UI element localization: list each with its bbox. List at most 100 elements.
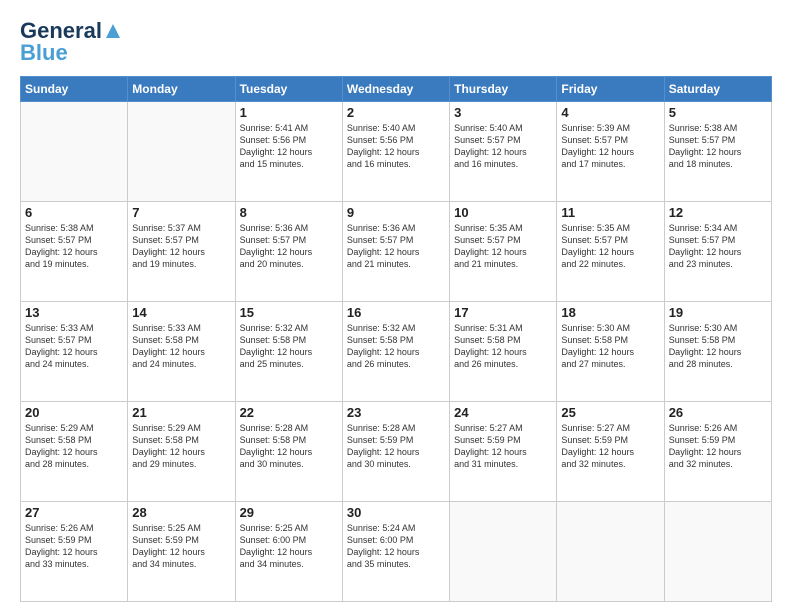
day-number: 30 — [347, 505, 445, 520]
calendar-cell: 20 Sunrise: 5:29 AM Sunset: 5:58 PM Dayli… — [21, 402, 128, 502]
day-number: 14 — [132, 305, 230, 320]
calendar-cell — [450, 502, 557, 602]
logo-icon — [102, 20, 124, 42]
day-number: 13 — [25, 305, 123, 320]
day-info: Sunrise: 5:37 AM Sunset: 5:57 PM Dayligh… — [132, 222, 230, 271]
day-number: 23 — [347, 405, 445, 420]
day-info: Sunrise: 5:25 AM Sunset: 5:59 PM Dayligh… — [132, 522, 230, 571]
calendar-cell: 2 Sunrise: 5:40 AM Sunset: 5:56 PM Daylig… — [342, 102, 449, 202]
day-info: Sunrise: 5:39 AM Sunset: 5:57 PM Dayligh… — [561, 122, 659, 171]
calendar-cell: 14Sunrise: 5:33 AM Sunset: 5:58 PM Dayli… — [128, 302, 235, 402]
day-info: Sunrise: 5:29 AM Sunset: 5:58 PM Dayligh… — [25, 422, 123, 471]
page: General Blue SundayMondayTuesdayWednesda… — [0, 0, 792, 612]
calendar-cell: 23 Sunrise: 5:28 AM Sunset: 5:59 PM Dayli… — [342, 402, 449, 502]
day-number: 19 — [669, 305, 767, 320]
day-info: Sunrise: 5:40 AM Sunset: 5:56 PM Dayligh… — [347, 122, 445, 171]
day-info: Sunrise: 5:33 AM Sunset: 5:57 PM Dayligh… — [25, 322, 123, 371]
calendar-cell: 29Sunrise: 5:25 AM Sunset: 6:00 PM Dayli… — [235, 502, 342, 602]
day-number: 6 — [25, 205, 123, 220]
day-number: 20 — [25, 405, 123, 420]
day-number: 22 — [240, 405, 338, 420]
day-info: Sunrise: 5:36 AM Sunset: 5:57 PM Dayligh… — [347, 222, 445, 271]
day-info: Sunrise: 5:38 AM Sunset: 5:57 PM Dayligh… — [669, 122, 767, 171]
calendar-week-1: 1Sunrise: 5:41 AM Sunset: 5:56 PM Daylig… — [21, 102, 772, 202]
day-number: 7 — [132, 205, 230, 220]
day-number: 8 — [240, 205, 338, 220]
day-info: Sunrise: 5:30 AM Sunset: 5:58 PM Dayligh… — [669, 322, 767, 371]
day-info: Sunrise: 5:27 AM Sunset: 5:59 PM Dayligh… — [454, 422, 552, 471]
col-header-wednesday: Wednesday — [342, 77, 449, 102]
day-number: 16 — [347, 305, 445, 320]
day-info: Sunrise: 5:32 AM Sunset: 5:58 PM Dayligh… — [240, 322, 338, 371]
day-number: 9 — [347, 205, 445, 220]
calendar-cell: 9 Sunrise: 5:36 AM Sunset: 5:57 PM Daylig… — [342, 202, 449, 302]
calendar-cell: 28 Sunrise: 5:25 AM Sunset: 5:59 PM Dayli… — [128, 502, 235, 602]
calendar-cell — [557, 502, 664, 602]
day-number: 17 — [454, 305, 552, 320]
calendar-cell: 26Sunrise: 5:26 AM Sunset: 5:59 PM Dayli… — [664, 402, 771, 502]
calendar-cell: 12Sunrise: 5:34 AM Sunset: 5:57 PM Dayli… — [664, 202, 771, 302]
calendar-cell: 19 Sunrise: 5:30 AM Sunset: 5:58 PM Dayli… — [664, 302, 771, 402]
day-info: Sunrise: 5:31 AM Sunset: 5:58 PM Dayligh… — [454, 322, 552, 371]
calendar-cell: 3 Sunrise: 5:40 AM Sunset: 5:57 PM Daylig… — [450, 102, 557, 202]
calendar-cell: 24 Sunrise: 5:27 AM Sunset: 5:59 PM Dayli… — [450, 402, 557, 502]
calendar-cell: 6 Sunrise: 5:38 AM Sunset: 5:57 PM Daylig… — [21, 202, 128, 302]
calendar-cell: 10 Sunrise: 5:35 AM Sunset: 5:57 PM Dayli… — [450, 202, 557, 302]
day-number: 24 — [454, 405, 552, 420]
day-number: 18 — [561, 305, 659, 320]
day-number: 11 — [561, 205, 659, 220]
day-number: 4 — [561, 105, 659, 120]
calendar-cell: 21 Sunrise: 5:29 AM Sunset: 5:58 PM Dayli… — [128, 402, 235, 502]
day-info: Sunrise: 5:26 AM Sunset: 5:59 PM Dayligh… — [25, 522, 123, 571]
calendar-table: SundayMondayTuesdayWednesdayThursdayFrid… — [20, 76, 772, 602]
calendar-cell — [128, 102, 235, 202]
day-info: Sunrise: 5:35 AM Sunset: 5:57 PM Dayligh… — [561, 222, 659, 271]
day-info: Sunrise: 5:25 AM Sunset: 6:00 PM Dayligh… — [240, 522, 338, 571]
day-info: Sunrise: 5:41 AM Sunset: 5:56 PM Dayligh… — [240, 122, 338, 171]
day-number: 12 — [669, 205, 767, 220]
calendar-cell: 13 Sunrise: 5:33 AM Sunset: 5:57 PM Dayli… — [21, 302, 128, 402]
col-header-sunday: Sunday — [21, 77, 128, 102]
day-number: 21 — [132, 405, 230, 420]
calendar-cell: 27 Sunrise: 5:26 AM Sunset: 5:59 PM Dayli… — [21, 502, 128, 602]
calendar-cell: 18 Sunrise: 5:30 AM Sunset: 5:58 PM Dayli… — [557, 302, 664, 402]
day-info: Sunrise: 5:35 AM Sunset: 5:57 PM Dayligh… — [454, 222, 552, 271]
day-info: Sunrise: 5:26 AM Sunset: 5:59 PM Dayligh… — [669, 422, 767, 471]
header: General Blue — [20, 18, 772, 66]
day-number: 5 — [669, 105, 767, 120]
day-number: 28 — [132, 505, 230, 520]
col-header-thursday: Thursday — [450, 77, 557, 102]
col-header-saturday: Saturday — [664, 77, 771, 102]
day-info: Sunrise: 5:30 AM Sunset: 5:58 PM Dayligh… — [561, 322, 659, 371]
day-info: Sunrise: 5:36 AM Sunset: 5:57 PM Dayligh… — [240, 222, 338, 271]
day-info: Sunrise: 5:28 AM Sunset: 5:58 PM Dayligh… — [240, 422, 338, 471]
day-info: Sunrise: 5:28 AM Sunset: 5:59 PM Dayligh… — [347, 422, 445, 471]
calendar-week-5: 27 Sunrise: 5:26 AM Sunset: 5:59 PM Dayli… — [21, 502, 772, 602]
calendar-header-row: SundayMondayTuesdayWednesdayThursdayFrid… — [21, 77, 772, 102]
calendar-cell: 8 Sunrise: 5:36 AM Sunset: 5:57 PM Daylig… — [235, 202, 342, 302]
day-number: 2 — [347, 105, 445, 120]
calendar-cell: 16Sunrise: 5:32 AM Sunset: 5:58 PM Dayli… — [342, 302, 449, 402]
calendar-week-4: 20 Sunrise: 5:29 AM Sunset: 5:58 PM Dayli… — [21, 402, 772, 502]
day-info: Sunrise: 5:40 AM Sunset: 5:57 PM Dayligh… — [454, 122, 552, 171]
calendar-cell: 22 Sunrise: 5:28 AM Sunset: 5:58 PM Dayli… — [235, 402, 342, 502]
calendar-cell: 5 Sunrise: 5:38 AM Sunset: 5:57 PM Daylig… — [664, 102, 771, 202]
calendar-cell: 15 Sunrise: 5:32 AM Sunset: 5:58 PM Dayli… — [235, 302, 342, 402]
calendar-cell: 25Sunrise: 5:27 AM Sunset: 5:59 PM Dayli… — [557, 402, 664, 502]
day-number: 3 — [454, 105, 552, 120]
col-header-monday: Monday — [128, 77, 235, 102]
day-info: Sunrise: 5:38 AM Sunset: 5:57 PM Dayligh… — [25, 222, 123, 271]
day-info: Sunrise: 5:24 AM Sunset: 6:00 PM Dayligh… — [347, 522, 445, 571]
calendar-week-3: 13 Sunrise: 5:33 AM Sunset: 5:57 PM Dayli… — [21, 302, 772, 402]
calendar-cell: 11 Sunrise: 5:35 AM Sunset: 5:57 PM Dayli… — [557, 202, 664, 302]
day-number: 10 — [454, 205, 552, 220]
calendar-cell: 7 Sunrise: 5:37 AM Sunset: 5:57 PM Daylig… — [128, 202, 235, 302]
day-number: 15 — [240, 305, 338, 320]
calendar-cell — [21, 102, 128, 202]
calendar-cell: 17 Sunrise: 5:31 AM Sunset: 5:58 PM Dayli… — [450, 302, 557, 402]
calendar-cell: 30 Sunrise: 5:24 AM Sunset: 6:00 PM Dayli… — [342, 502, 449, 602]
day-info: Sunrise: 5:29 AM Sunset: 5:58 PM Dayligh… — [132, 422, 230, 471]
calendar-cell: 4 Sunrise: 5:39 AM Sunset: 5:57 PM Daylig… — [557, 102, 664, 202]
col-header-friday: Friday — [557, 77, 664, 102]
day-number: 27 — [25, 505, 123, 520]
